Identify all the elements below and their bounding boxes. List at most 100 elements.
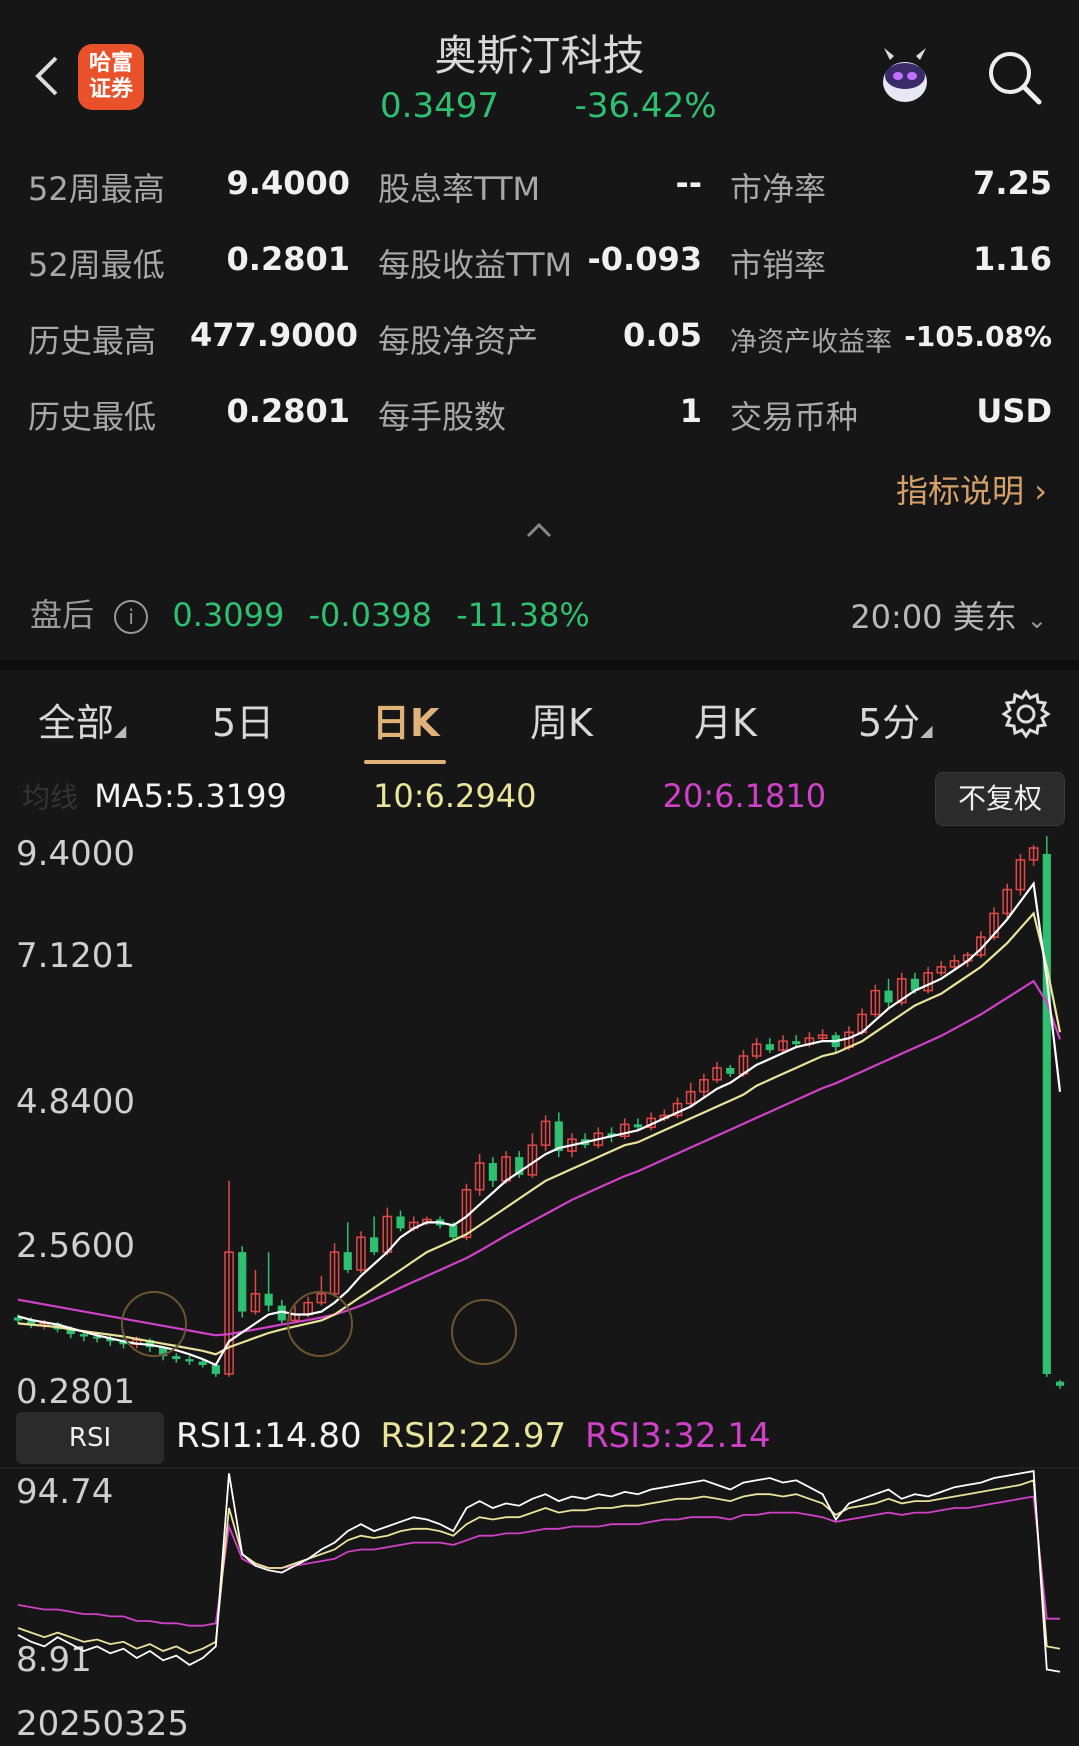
change-percent: -36.42% <box>574 86 717 126</box>
tab-label: 周K <box>530 701 593 745</box>
chevron-up-icon <box>526 522 552 538</box>
ma5-line <box>17 880 1062 1367</box>
price-line: 0.3497 -36.42% <box>380 86 717 126</box>
stat-label: 股息率TTM <box>378 170 541 208</box>
indicator-select-button[interactable]: RSI <box>16 1412 164 1464</box>
info-icon[interactable]: i <box>114 600 149 634</box>
chart-settings-button[interactable] <box>1000 688 1052 740</box>
rsi2-value: RSI2:22.97 <box>380 1416 567 1456</box>
candle-body <box>1042 853 1051 1374</box>
candle-body <box>172 1356 181 1360</box>
rsi3-value: RSI3:32.14 <box>584 1416 771 1456</box>
watermark-circle <box>451 1299 517 1365</box>
rsi-legend: RSI1:14.80 RSI2:22.97 RSI3:32.14 <box>176 1416 771 1456</box>
stat-label: 历史最高 <box>28 322 157 360</box>
candle-body <box>726 1067 735 1074</box>
tab-monthly-k[interactable]: 月K <box>694 692 757 747</box>
stat-label: 每股净资产 <box>378 322 539 360</box>
gear-icon <box>1001 689 1051 739</box>
after-hours-row: 盘后 i 0.3099 -0.0398 -11.38% <box>30 590 590 636</box>
tab-label: 全部 <box>38 701 115 745</box>
indicator-help-link[interactable]: 指标说明 › <box>896 466 1047 512</box>
ma10-line <box>17 911 1062 1356</box>
tab-label: 日K <box>372 701 440 745</box>
candle-body <box>396 1216 405 1229</box>
stat-value: -- <box>675 164 702 202</box>
after-hours-label: 盘后 <box>30 596 95 634</box>
section-divider <box>0 660 1079 670</box>
candle-body <box>370 1237 379 1253</box>
chevron-right-icon: › <box>1024 472 1047 510</box>
tab-label: 5日 <box>212 701 275 745</box>
ma20-value: 20:6.1810 <box>662 777 827 815</box>
candle-body <box>884 990 893 1003</box>
stat-label: 52周最低 <box>28 246 165 284</box>
ma-label: 均线 <box>22 781 79 814</box>
active-tab-indicator <box>364 760 446 764</box>
candle-body <box>792 1041 801 1045</box>
stat-value: 1 <box>679 392 702 430</box>
stat-label: 历史最低 <box>28 398 157 436</box>
stat-value: 0.2801 <box>226 392 350 430</box>
tab-5min[interactable]: 5分◢ <box>858 692 933 747</box>
stat-value: 0.2801 <box>226 240 350 278</box>
watermark-circle <box>287 1291 353 1357</box>
rsi1-value: RSI1:14.80 <box>176 1416 362 1456</box>
dropdown-corner-icon: ◢ <box>920 721 933 740</box>
after-hours-change: -0.0398 <box>308 596 433 634</box>
price-adjust-button[interactable]: 不复权 <box>935 772 1065 826</box>
candle-body <box>211 1365 220 1374</box>
stat-label: 每股收益TTM <box>378 246 573 284</box>
robot-avatar-icon[interactable] <box>870 40 940 110</box>
stat-label: 市销率 <box>730 246 827 284</box>
stat-value: USD <box>976 392 1052 430</box>
rsi1-line <box>17 1470 1061 1673</box>
search-icon <box>989 52 1042 105</box>
kline-chart[interactable] <box>0 820 1079 1420</box>
stat-value: 7.25 <box>973 164 1052 202</box>
stat-value: 0.05 <box>623 316 702 354</box>
stat-value: -0.093 <box>587 240 703 278</box>
candle-body <box>343 1252 352 1270</box>
candle-body <box>264 1293 273 1306</box>
candle-body <box>185 1359 194 1362</box>
tab-label: 5分 <box>858 701 921 745</box>
date-label: 20250325 <box>16 1704 190 1744</box>
stat-value: -105.08% <box>904 320 1052 353</box>
rsi-chart[interactable] <box>0 1466 1079 1696</box>
stat-value: 9.4000 <box>226 164 350 202</box>
session-time: 20:00 美东 <box>850 598 1017 636</box>
after-hours-change-pct: -11.38% <box>456 596 590 634</box>
candle-body <box>765 1044 774 1051</box>
rsi3-line <box>17 1495 1060 1627</box>
stat-value: 477.9000 <box>190 316 359 354</box>
stat-value: 1.16 <box>973 240 1052 278</box>
stat-label: 净资产收益率 <box>730 327 892 358</box>
stat-label: 每手股数 <box>378 398 507 436</box>
candle-body <box>488 1162 497 1181</box>
stat-label: 交易币种 <box>730 398 859 436</box>
candle-body <box>238 1252 247 1312</box>
tab-label: 月K <box>694 701 757 745</box>
ma5-value: MA5:5.3199 <box>94 777 287 815</box>
rsi2-line <box>17 1479 1061 1655</box>
chevron-down-icon: ⌄ <box>1026 606 1047 634</box>
current-price: 0.3497 <box>380 86 499 126</box>
search-button[interactable] <box>985 48 1045 108</box>
candle-body <box>79 1334 89 1337</box>
ma-legend: 均线 MA5:5.3199 10:6.2940 20:6.1810 <box>22 776 826 816</box>
tab-weekly-k[interactable]: 周K <box>530 692 593 747</box>
candle-body <box>449 1225 458 1238</box>
session-selector[interactable]: 20:00 美东 ⌄ <box>850 592 1047 638</box>
collapse-toggle[interactable] <box>524 518 554 542</box>
dropdown-corner-icon: ◢ <box>114 721 127 740</box>
candle-body <box>198 1361 207 1366</box>
tab-daily-k[interactable]: 日K <box>372 692 439 747</box>
tab-all[interactable]: 全部◢ <box>38 692 126 747</box>
candle-body <box>633 1124 643 1128</box>
help-link-label: 指标说明 <box>896 472 1025 510</box>
candle-body <box>1055 1381 1065 1386</box>
tab-5day[interactable]: 5日 <box>212 692 274 747</box>
after-hours-price: 0.3099 <box>172 596 285 634</box>
ma10-value: 10:6.2940 <box>372 777 537 815</box>
